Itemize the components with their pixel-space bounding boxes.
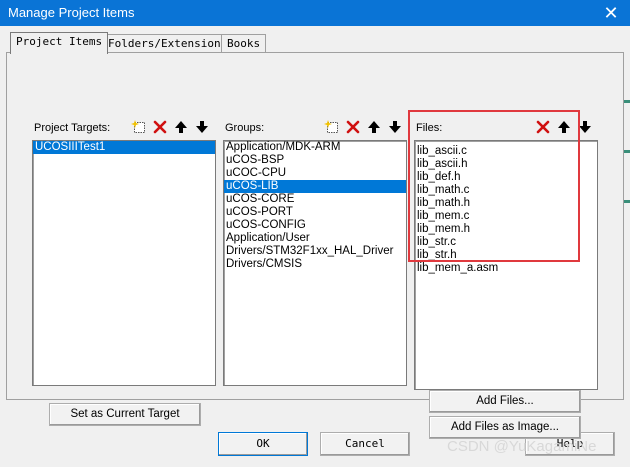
edge-decoration [624,200,630,203]
list-item[interactable]: lib_mem.h [415,223,597,236]
groups-toolbar [321,117,405,139]
add-files-as-image-button[interactable]: Add Files as Image... [429,416,581,439]
list-item[interactable]: uCOS-CORE [224,193,406,206]
files-list[interactable]: lib_ascii.c lib_ascii.h lib_def.h lib_ma… [414,140,598,390]
move-down-icon[interactable] [192,117,212,137]
delete-icon[interactable] [343,117,363,137]
delete-icon[interactable] [533,117,553,137]
move-up-icon[interactable] [171,117,191,137]
tab-project-items[interactable]: Project Items [10,32,109,54]
list-item[interactable]: uCOS-CONFIG [224,219,406,232]
tab-books[interactable]: Books [221,34,267,53]
move-up-icon[interactable] [364,117,384,137]
project-targets-label: Project Targets: [34,122,111,134]
list-item[interactable]: uCOS-PORT [224,206,406,219]
list-item[interactable]: lib_math.h [415,197,597,210]
list-item[interactable]: lib_math.c [415,184,597,197]
groups-label: Groups: [225,122,265,134]
list-item[interactable]: Application/MDK-ARM [224,141,406,154]
list-item[interactable]: UCOSIIITest1 [33,141,215,154]
project-items-panel: Project Targets: UCOSIIITest1 Groups: Ap… [6,52,624,439]
delete-icon[interactable] [150,117,170,137]
cancel-button[interactable]: Cancel [320,432,410,456]
move-up-icon[interactable] [554,117,574,137]
list-item[interactable]: Application/User [224,232,406,245]
tab-folders-extensions[interactable]: Folders/Extensions [102,34,234,53]
list-item[interactable]: lib_str.h [415,249,597,262]
new-item-icon[interactable] [322,117,342,137]
list-item[interactable]: Drivers/CMSIS [224,258,406,271]
new-item-icon[interactable] [129,117,149,137]
list-item[interactable]: Drivers/STM32F1xx_HAL_Driver [224,245,406,258]
list-item[interactable]: uCOC-CPU [224,167,406,180]
groups-list[interactable]: Application/MDK-ARM uCOS-BSP uCOC-CPU uC… [223,140,407,386]
set-as-current-target-button[interactable]: Set as Current Target [49,403,201,426]
list-item[interactable]: lib_ascii.c [415,145,597,158]
move-down-icon[interactable] [385,117,405,137]
list-item[interactable]: lib_def.h [415,171,597,184]
manage-project-items-dialog: Project Items Folders/Extensions Books P… [0,26,630,467]
title-bar: Manage Project Items ✕ [0,0,630,26]
files-toolbar [532,117,595,139]
window-title: Manage Project Items [8,5,135,20]
add-files-button[interactable]: Add Files... [429,390,581,413]
list-item[interactable]: lib_mem.c [415,210,597,223]
watermark: CSDN @YuKagamiNe [447,438,597,455]
list-item[interactable]: lib_str.c [415,236,597,249]
list-item[interactable]: uCOS-BSP [224,154,406,167]
files-label: Files: [416,122,443,134]
list-item[interactable]: uCOS-LIB [224,180,406,193]
close-icon[interactable]: ✕ [600,2,622,24]
project-targets-list[interactable]: UCOSIIITest1 [32,140,216,386]
list-item[interactable]: lib_ascii.h [415,158,597,171]
ok-button[interactable]: OK [218,432,308,456]
targets-toolbar [128,117,212,139]
list-item[interactable]: lib_mem_a.asm [415,262,597,275]
move-down-icon[interactable] [575,117,595,137]
edge-decoration [624,150,630,153]
edge-decoration [624,100,630,103]
